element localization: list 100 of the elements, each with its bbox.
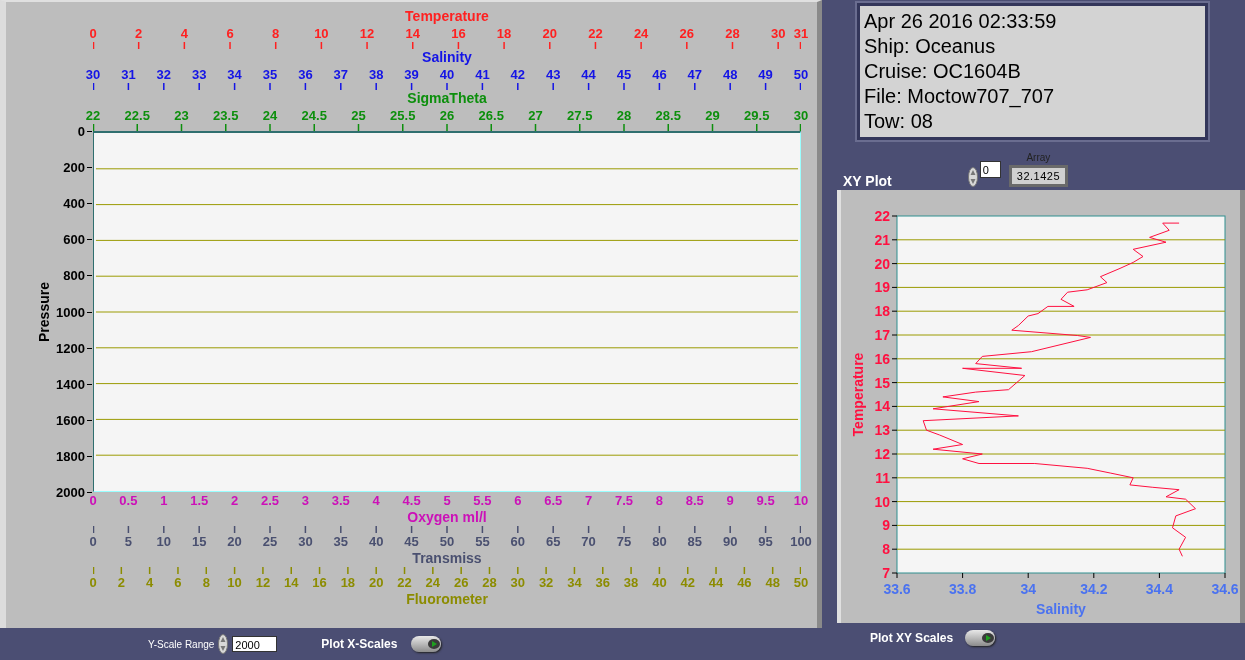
axis-tick-label: 25: [262, 533, 278, 550]
axis-tick-label: 9: [882, 517, 890, 534]
axis-tick-label: 75: [616, 533, 632, 550]
axis-tick-label: 31: [793, 25, 809, 42]
axis-tick-label: 5: [124, 533, 132, 550]
axis-tick-label: 0.5: [119, 492, 138, 509]
axis-tick-label: 1000: [56, 304, 85, 319]
spinner-control[interactable]: [218, 634, 229, 654]
axis-tick-label: 18: [340, 574, 356, 591]
axis-tick-label: 60: [510, 533, 526, 550]
axis-tick-label: 19: [874, 279, 890, 296]
axis-tick-label: 15: [191, 533, 207, 550]
axis-tick-label: 34.6: [1211, 581, 1239, 597]
axis-tick-label: 28: [725, 25, 740, 42]
axis-tick-label: 33.6: [883, 581, 911, 597]
axis-tick-label: 29: [705, 107, 720, 124]
axis-tick-label: 21: [874, 231, 890, 248]
axis-tick-label: 5: [443, 492, 451, 509]
axis-tick-label: 18: [496, 25, 512, 42]
info-line: Ship: Oceanus: [864, 34, 997, 59]
axis-tick-label: 28: [482, 574, 497, 591]
axis-tick-label: 20: [368, 574, 384, 591]
axis-tick-label: 31: [121, 66, 136, 83]
axis-tick-label: 30: [793, 107, 809, 124]
axis-title: Fluorometer: [406, 591, 488, 608]
axis-tick-label: 6.5: [544, 492, 563, 509]
axis-tick-label: 0: [89, 25, 97, 42]
axis-tick-label: 70: [581, 533, 596, 550]
axis-tick-label: 36: [595, 574, 610, 591]
play-icon: [427, 638, 442, 650]
axis-tick-label: 28: [616, 107, 632, 124]
axis-tick-label: 37: [333, 66, 349, 83]
toggle-label: Plot X-Scales: [321, 637, 398, 651]
axis-tick-label: 95: [758, 533, 773, 550]
axis-tick-label: 30: [770, 25, 786, 42]
axis-tick-label: 13: [874, 422, 890, 439]
axis-tick-label: 200: [63, 159, 85, 175]
axis-title: Transmiss: [412, 550, 482, 567]
axis-tick-label: 4: [180, 25, 188, 42]
axis-tick-label: 34.4: [1145, 581, 1174, 597]
axis-tick-label: 7: [585, 492, 593, 509]
axis-tick-label: 22: [397, 574, 412, 591]
value-display: 32.1425: [1008, 165, 1069, 187]
info-line: Tow: 08: [864, 109, 934, 134]
axis-title: Temperature: [850, 352, 866, 437]
axis-tick-label: 29.5: [744, 107, 770, 124]
axis-tick-label: 0: [89, 492, 97, 509]
axis-tick-label: 3: [301, 492, 309, 509]
axis-tick-label: 6: [514, 492, 522, 509]
input-field[interactable]: 2000: [232, 636, 278, 652]
field-label: Y-Scale Range: [148, 638, 215, 650]
panel-title: XY Plot: [843, 173, 892, 189]
axis-tick-label: 45: [616, 66, 632, 83]
axis-tick-label: 42: [510, 66, 526, 83]
axis-tick-label: 24: [262, 107, 278, 124]
axis-tick-label: 10: [793, 492, 809, 509]
axis-title: Pressure: [36, 281, 52, 342]
axis-tick-label: 26.5: [478, 107, 504, 124]
info-line: Apr 26 2016 02:33:59: [864, 9, 1058, 34]
axis-tick-label: 1200: [56, 340, 85, 356]
axis-tick-label: 55: [475, 533, 490, 550]
axis-tick-label: 2000: [56, 484, 85, 500]
axis-title: Salinity: [422, 49, 472, 66]
index-field[interactable]: 0: [979, 161, 1001, 178]
axis-tick-label: 12: [359, 25, 375, 42]
toggle-switch[interactable]: [411, 636, 442, 652]
axis-tick-label: 8: [202, 574, 210, 591]
axis-tick-label: 100: [790, 533, 812, 550]
axis-tick-label: 16: [312, 574, 327, 591]
axis-tick-label: 20: [542, 25, 557, 42]
axis-tick-label: 50: [793, 66, 809, 83]
axis-tick-label: 17: [874, 327, 890, 343]
axis-tick-label: 23: [174, 107, 189, 124]
axis-tick-label: 0: [89, 574, 97, 591]
axis-tick-label: 45: [404, 533, 419, 550]
spinner-control[interactable]: [967, 167, 978, 187]
axis-tick-label: 800: [63, 267, 85, 283]
axis-tick-label: 34: [1020, 581, 1036, 597]
axis-tick-label: 22: [85, 107, 101, 124]
axis-tick-label: 35: [262, 66, 278, 83]
axis-tick-label: 43: [545, 66, 561, 83]
axis-tick-label: 35: [333, 533, 349, 550]
axis-tick-label: 11: [875, 469, 890, 486]
axis-tick-label: 65: [545, 533, 561, 550]
axis-tick-label: 27.5: [567, 107, 593, 124]
axis-tick-label: 7: [882, 565, 890, 581]
axis-tick-label: 1.5: [190, 492, 209, 509]
axis-tick-label: 40: [439, 66, 455, 83]
axis-tick-label: 85: [687, 533, 703, 550]
axis-tick-label: 14: [284, 574, 299, 591]
axis-tick-label: 2: [135, 25, 143, 42]
axis-tick-label: 46: [652, 66, 667, 83]
axis-tick-label: 10: [156, 533, 172, 550]
axis-tick-label: 12: [874, 446, 890, 462]
axis-tick-label: 27: [528, 107, 543, 124]
toggle-switch[interactable]: [965, 630, 996, 646]
axis-tick-label: 5.5: [473, 492, 492, 509]
info-line: File: Moctow707_707: [864, 84, 1056, 109]
toggle-label: Plot XY Scales: [870, 631, 954, 645]
axis-tick-label: 15: [874, 374, 890, 391]
